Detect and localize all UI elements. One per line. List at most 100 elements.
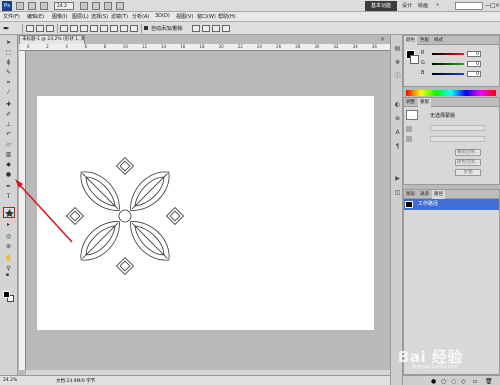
hand-tool-icon[interactable]: ✋: [4, 255, 13, 263]
clone-source-icon[interactable]: ⊕: [394, 115, 401, 122]
color-bg-swatch[interactable]: [410, 55, 419, 64]
search-field[interactable]: [455, 2, 483, 10]
make-work-path-icon[interactable]: ◇: [461, 378, 466, 385]
close-button[interactable]: ×: [495, 2, 500, 9]
history-brush-icon[interactable]: ↶: [4, 131, 13, 139]
tab-paths[interactable]: 路径: [432, 190, 445, 199]
healing-brush-icon[interactable]: ✚: [4, 101, 13, 109]
color-range-button[interactable]: 颜色范围...: [455, 159, 481, 166]
menu-select[interactable]: 选择(S): [91, 13, 108, 20]
auto-add-delete-checkbox[interactable]: [144, 26, 148, 30]
rounded-rect-icon[interactable]: [90, 25, 98, 32]
path-selection-icon[interactable]: ▸: [4, 221, 13, 229]
actions-panel-icon[interactable]: ▶: [394, 175, 401, 182]
tab-color[interactable]: 颜色: [404, 36, 417, 45]
stroke-path-icon[interactable]: ○: [441, 378, 446, 385]
info-panel-icon[interactable]: ⓘ: [394, 73, 401, 80]
tab-styles[interactable]: 样式: [432, 36, 445, 45]
eraser-tool-icon[interactable]: ▱: [4, 141, 13, 149]
dodge-tool-icon[interactable]: ●: [4, 171, 13, 179]
menu-image[interactable]: 图像(I): [52, 13, 67, 20]
workspace-painting[interactable]: 绘画: [418, 2, 428, 9]
new-path-icon[interactable]: ▫: [473, 378, 477, 385]
fill-pixels-icon[interactable]: [46, 25, 54, 32]
bridge-icon[interactable]: [16, 2, 24, 10]
eyedropper-tool-icon[interactable]: ⁄: [4, 89, 13, 97]
channel-b-slider[interactable]: [432, 73, 464, 75]
tab-channels[interactable]: 通道: [418, 190, 431, 199]
shape-layers-icon[interactable]: [26, 25, 34, 32]
pen-tool-icon[interactable]: ✒: [4, 183, 13, 191]
layer-comps-icon[interactable]: ◫: [394, 189, 401, 196]
quick-select-tool-icon[interactable]: ✎: [4, 69, 13, 77]
rotate-view-icon[interactable]: [92, 2, 100, 10]
status-zoom[interactable]: 24.2%: [3, 378, 17, 383]
paths-mode-icon[interactable]: [36, 25, 44, 32]
menu-view[interactable]: 视图(V): [176, 13, 193, 20]
channel-r-slider[interactable]: [432, 53, 464, 55]
feather-slider[interactable]: [430, 136, 485, 142]
delete-path-icon[interactable]: 🗑: [485, 378, 493, 385]
arrange-documents-icon[interactable]: [104, 2, 112, 10]
workspace-design[interactable]: 设计: [402, 2, 412, 9]
move-tool-icon[interactable]: ➤: [4, 39, 13, 47]
document-close-icon[interactable]: ×: [380, 36, 388, 44]
path-combine-add-icon[interactable]: [192, 25, 200, 32]
tab-adjustments[interactable]: 调整: [404, 98, 417, 107]
lasso-tool-icon[interactable]: ϕ: [4, 59, 13, 67]
brush-tool-icon[interactable]: ✐: [4, 111, 13, 119]
pen-tool-icon[interactable]: [60, 25, 68, 32]
tab-layers[interactable]: 图层: [404, 190, 417, 199]
workspace-essentials-button[interactable]: 基本功能: [365, 1, 397, 11]
menu-filter[interactable]: 滤镜(T): [111, 13, 128, 20]
marquee-tool-icon[interactable]: ⬚: [4, 49, 13, 57]
paragraph-panel-icon[interactable]: ¶: [394, 143, 401, 150]
type-tool-icon[interactable]: T: [4, 193, 13, 201]
navigator-panel-icon[interactable]: ✻: [394, 59, 401, 66]
hand-tool-icon[interactable]: [80, 2, 88, 10]
blur-tool-icon[interactable]: ◆: [4, 161, 13, 169]
history-panel-icon[interactable]: ▤: [394, 45, 401, 52]
rectangle-icon[interactable]: [80, 25, 88, 32]
foreground-color-swatch[interactable]: [3, 291, 10, 298]
3d-rotate-icon[interactable]: ◎: [4, 233, 13, 241]
crop-tool-icon[interactable]: ⌗: [4, 79, 13, 87]
menu-3d[interactable]: 3D(D): [155, 13, 170, 19]
3d-orbit-icon[interactable]: ⊛: [4, 243, 13, 251]
density-slider[interactable]: [430, 125, 485, 131]
load-selection-icon[interactable]: ◌: [451, 378, 456, 385]
menu-layer[interactable]: 图层(L): [72, 13, 89, 20]
character-panel-icon[interactable]: A: [394, 129, 401, 136]
path-combine-exclude-icon[interactable]: [222, 25, 230, 32]
pixel-mask-icon[interactable]: [406, 126, 412, 132]
mask-edge-button[interactable]: 蒙版边缘...: [455, 149, 481, 156]
channel-b-value[interactable]: 0: [467, 71, 481, 77]
zoom-dropdown[interactable]: 24.2: [54, 2, 74, 10]
fill-path-icon[interactable]: ●: [431, 378, 436, 385]
vector-mask-icon[interactable]: [406, 136, 412, 142]
path-combine-intersect-icon[interactable]: [212, 25, 220, 32]
custom-shape-icon[interactable]: [130, 25, 138, 32]
menu-help[interactable]: 帮助(H): [218, 13, 236, 20]
custom-shape-tool-icon[interactable]: [3, 207, 15, 218]
clone-stamp-icon[interactable]: ⊥: [4, 121, 13, 129]
path-combine-subtract-icon[interactable]: [202, 25, 210, 32]
color-spectrum-bar[interactable]: [406, 90, 496, 96]
line-icon[interactable]: [120, 25, 128, 32]
channel-r-value[interactable]: 0: [467, 51, 481, 57]
ellipse-icon[interactable]: [100, 25, 108, 32]
menu-analysis[interactable]: 分析(A): [132, 13, 149, 20]
view-extras-icon[interactable]: [40, 2, 48, 10]
tool-preset-icon[interactable]: ✒: [3, 24, 15, 33]
screen-mode-icon[interactable]: [116, 2, 124, 10]
invert-button[interactable]: 反相: [455, 169, 481, 176]
polygon-icon[interactable]: [110, 25, 118, 32]
freeform-pen-icon[interactable]: [70, 25, 78, 32]
channel-g-value[interactable]: 0: [467, 61, 481, 67]
document-canvas[interactable]: [37, 96, 374, 330]
tab-masks[interactable]: 蒙版: [418, 98, 431, 107]
menu-file[interactable]: 文件(F): [3, 13, 20, 20]
brush-panel-icon[interactable]: ◐: [394, 101, 401, 108]
document-tab[interactable]: 未标题-1 @ 24.2% (形状 1, 路径): [19, 35, 85, 44]
menu-edit[interactable]: 编辑(E): [27, 13, 44, 20]
